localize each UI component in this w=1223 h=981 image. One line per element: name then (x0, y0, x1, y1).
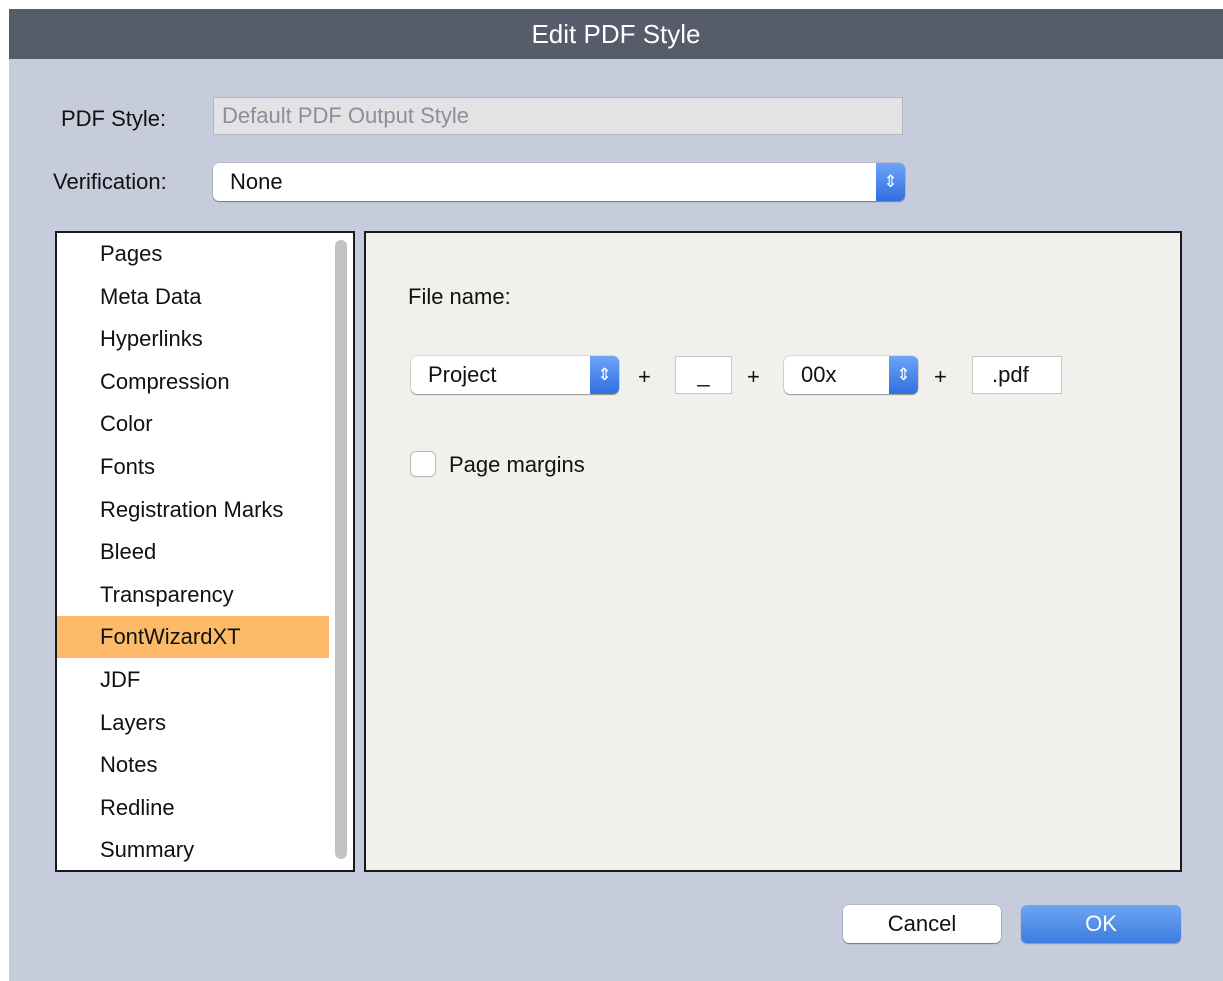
verification-label: Verification: (53, 169, 167, 194)
sidebar-item-notes[interactable]: Notes (57, 744, 329, 786)
sidebar-item-redline[interactable]: Redline (57, 787, 329, 829)
sidebar-item-pages[interactable]: Pages (57, 233, 329, 275)
edit-pdf-style-dialog: Edit PDF Style PDF Style: Default PDF Ou… (9, 9, 1223, 981)
sidebar-item-transparency[interactable]: Transparency (57, 574, 329, 616)
list-scrollbar[interactable] (335, 240, 347, 859)
sidebar-item-fontwizardxt[interactable]: FontWizardXT (57, 616, 329, 659)
sidebar-item-compression[interactable]: Compression (57, 361, 329, 403)
cancel-button[interactable]: Cancel (843, 905, 1001, 943)
sidebar-item-meta-data[interactable]: Meta Data (57, 276, 329, 318)
sidebar-item-jdf[interactable]: JDF (57, 659, 329, 701)
dialog-title: Edit PDF Style (9, 9, 1223, 59)
separator-field[interactable]: _ (675, 356, 732, 394)
up-down-chevrons-icon: ⇕ (876, 163, 905, 201)
plus-sign: + (934, 364, 947, 389)
sidebar-item-fonts[interactable]: Fonts (57, 446, 329, 488)
page-margins-checkbox[interactable] (411, 452, 435, 476)
page-margins-label[interactable]: Page margins (449, 452, 585, 478)
numbering-value: 00x (801, 362, 837, 387)
file-name-label: File name: (408, 284, 511, 309)
pdf-style-name-field[interactable]: Default PDF Output Style (213, 97, 903, 135)
verification-value: None (230, 169, 283, 194)
up-down-chevrons-icon: ⇕ (889, 356, 918, 394)
ok-button[interactable]: OK (1021, 905, 1181, 943)
sidebar-item-color[interactable]: Color (57, 403, 329, 445)
verification-popup[interactable]: None ⇕ (213, 163, 905, 201)
sidebar-item-layers[interactable]: Layers (57, 702, 329, 744)
plus-sign: + (638, 364, 651, 389)
plus-sign: + (747, 364, 760, 389)
sidebar-item-hyperlinks[interactable]: Hyperlinks (57, 318, 329, 360)
up-down-chevrons-icon: ⇕ (590, 356, 619, 394)
category-list[interactable]: Pages Meta Data Hyperlinks Compression Color… (55, 231, 355, 872)
sidebar-item-bleed[interactable]: Bleed (57, 531, 329, 573)
numbering-popup[interactable]: 00x ⇕ (784, 356, 918, 394)
extension-field[interactable]: .pdf (972, 356, 1062, 394)
sidebar-item-summary[interactable]: Summary (57, 829, 329, 870)
name-source-value: Project (428, 362, 497, 387)
sidebar-item-registration-marks[interactable]: Registration Marks (57, 489, 329, 531)
name-source-popup[interactable]: Project ⇕ (411, 356, 619, 394)
options-panel: File name: Project ⇕ + _ + 00x ⇕ + .pdf … (364, 231, 1182, 872)
pdf-style-label: PDF Style: (61, 106, 167, 131)
